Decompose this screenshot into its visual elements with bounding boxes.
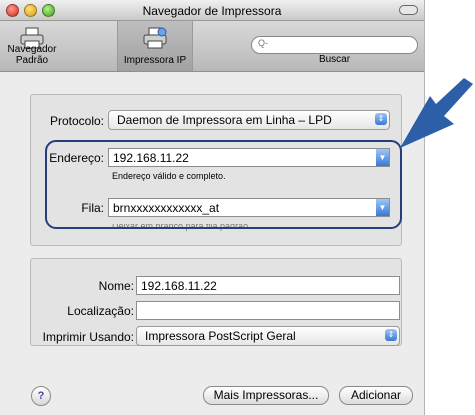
- location-field[interactable]: [136, 301, 400, 320]
- toolbar: Navegador Padrão Impressora IP Q- Buscar: [0, 21, 424, 72]
- updown-chevron-icon: ⇕: [375, 113, 387, 125]
- more-printers-button[interactable]: Mais Impressoras...: [203, 386, 329, 405]
- default-browser-label: Navegador Padrão: [7, 44, 57, 66]
- name-value: 192.168.11.22: [141, 279, 217, 293]
- ip-printer-label: Impressora IP: [123, 55, 187, 66]
- name-label: Nome:: [98, 279, 134, 293]
- location-label: Localização:: [67, 304, 134, 318]
- print-using-select[interactable]: Impressora PostScript Geral ⇕: [136, 326, 400, 346]
- search-label: Buscar: [318, 54, 351, 65]
- protocol-select[interactable]: Daemon de Impressora em Linha – LPD ⇕: [108, 110, 390, 130]
- ip-printer-tab[interactable]: Impressora IP: [117, 21, 193, 71]
- callout-highlight: [45, 140, 402, 229]
- search-icon: Q-: [258, 38, 268, 48]
- default-browser-tab[interactable]: Navegador Padrão: [0, 21, 64, 71]
- title-bar: Navegador de Impressora: [0, 0, 424, 21]
- print-using-value: Impressora PostScript Geral: [145, 329, 296, 343]
- printer-browser-window: Navegador de Impressora Navegador Padrão: [0, 0, 425, 415]
- print-using-label: Imprimir Usando:: [42, 330, 134, 344]
- arrow-icon: [398, 78, 475, 156]
- window-title: Navegador de Impressora: [142, 4, 282, 18]
- main-content: Protocolo: Daemon de Impressora em Linha…: [0, 72, 424, 415]
- protocol-label: Protocolo:: [49, 114, 104, 128]
- network-printer-icon: [143, 27, 167, 52]
- toolbar-toggle-button[interactable]: [399, 5, 418, 15]
- updown-chevron-icon: ⇕: [385, 329, 397, 341]
- add-button[interactable]: Adicionar: [339, 386, 413, 405]
- search-input[interactable]: Q-: [251, 36, 418, 54]
- protocol-value: Daemon de Impressora em Linha – LPD: [117, 113, 332, 127]
- name-field[interactable]: 192.168.11.22: [136, 276, 400, 295]
- help-button[interactable]: ?: [31, 386, 51, 406]
